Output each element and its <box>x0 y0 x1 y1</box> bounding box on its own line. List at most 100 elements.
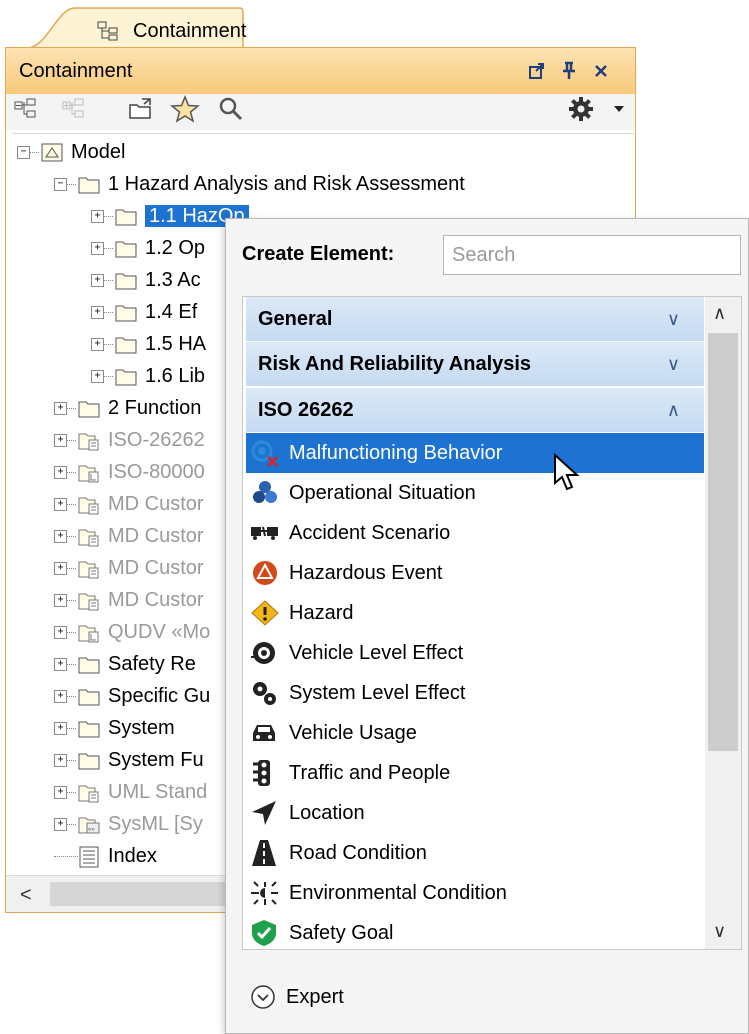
folder-icon <box>41 143 63 162</box>
chevron-double-down-icon[interactable]: ∨ <box>667 342 680 386</box>
tree-node-label: UML Stand <box>108 781 208 803</box>
folder-icon <box>78 465 99 483</box>
svg-text:«»: «» <box>88 827 95 833</box>
tree-connector <box>66 504 76 505</box>
item-accident-scenario[interactable]: Accident Scenario <box>246 513 704 553</box>
scroll-left-icon[interactable]: < <box>20 884 32 907</box>
sun-weather-icon <box>251 881 278 905</box>
category-general[interactable]: General ∨ <box>246 297 704 341</box>
item-malfunctioning-behavior[interactable]: Malfunctioning Behavior <box>246 433 704 473</box>
item-vehicle-usage[interactable]: Vehicle Usage <box>246 713 704 753</box>
folder-icon <box>78 561 99 579</box>
chevron-double-down-icon[interactable]: ∨ <box>667 297 680 341</box>
open-folder-icon[interactable] <box>128 97 154 121</box>
favorite-star-icon[interactable] <box>170 95 200 123</box>
item-label: Operational Situation <box>289 482 476 504</box>
scroll-thumb[interactable] <box>708 333 738 751</box>
folder-icon <box>78 529 99 547</box>
tree-node-label: 1 Hazard Analysis and Risk Assessment <box>108 173 465 195</box>
item-label: Location <box>289 802 365 824</box>
item-road-condition[interactable]: Road Condition <box>246 833 704 873</box>
tree-connector <box>66 472 76 473</box>
folder-icon <box>78 689 100 706</box>
tree-node-label: MD Custor <box>108 525 204 547</box>
item-safety-goal[interactable]: Safety Goal <box>246 913 704 953</box>
expand-all-icon[interactable] <box>62 98 86 120</box>
item-traffic-and-people[interactable]: Traffic and People <box>246 753 704 793</box>
tree-node-label: ISO-26262 <box>108 429 205 451</box>
category-label: ISO 26262 <box>258 399 354 421</box>
search-input[interactable] <box>443 235 741 275</box>
vertical-scrollbar[interactable]: ∧ ∨ <box>705 297 741 949</box>
hazardous-event-icon <box>253 561 277 585</box>
item-location[interactable]: Location <box>246 793 704 833</box>
tree-node-label: 1.4 Ef <box>145 301 198 323</box>
tree-connector <box>103 248 113 249</box>
tree-node-label: MD Custor <box>108 557 204 579</box>
shield-check-icon <box>252 920 276 946</box>
location-arrow-icon <box>252 801 276 825</box>
tree-connector <box>66 632 76 633</box>
vehicle-level-effect-icon <box>251 642 275 664</box>
tree-node-label: System <box>108 717 175 739</box>
tree-node-label: System Fu <box>108 749 204 771</box>
close-icon[interactable] <box>592 61 610 81</box>
item-system-level-effect[interactable]: System Level Effect <box>246 673 704 713</box>
mouse-pointer-icon <box>554 453 580 491</box>
item-label: Vehicle Usage <box>289 722 417 744</box>
item-operational-situation[interactable]: Operational Situation <box>246 473 704 513</box>
containment-tree-icon <box>97 21 118 41</box>
folder-icon <box>115 337 137 354</box>
chevron-double-up-icon[interactable]: ∧ <box>667 388 680 432</box>
item-label: Vehicle Level Effect <box>289 642 464 664</box>
item-label: Hazard <box>289 602 354 624</box>
folder-icon <box>78 625 99 643</box>
containment-tab[interactable]: Containment <box>27 6 246 48</box>
item-vehicle-level-effect[interactable]: Vehicle Level Effect <box>246 633 704 673</box>
tree-connector <box>103 216 113 217</box>
item-hazardous-event[interactable]: Hazardous Event <box>246 553 704 593</box>
tree-connector <box>66 824 76 825</box>
collapse-all-icon[interactable] <box>14 98 38 120</box>
scroll-up-icon[interactable]: ∧ <box>713 303 726 324</box>
item-label: Environmental Condition <box>289 882 507 904</box>
scroll-down-icon[interactable]: ∨ <box>713 921 726 942</box>
create-element-label: Create Element: <box>242 243 395 265</box>
panel-title: Containment <box>19 60 133 82</box>
tree-connector <box>103 280 113 281</box>
folder-icon <box>78 753 100 770</box>
tree-connector <box>103 312 113 313</box>
search-icon[interactable] <box>218 96 244 122</box>
tree-node-label: 1.2 Op <box>145 237 206 259</box>
float-icon[interactable] <box>528 61 546 81</box>
expand-circle-icon <box>251 985 275 1009</box>
chevron-down-icon[interactable] <box>613 104 625 114</box>
tree-connector <box>54 856 78 857</box>
folder-icon <box>78 785 99 803</box>
category-label: Risk And Reliability Analysis <box>258 353 532 375</box>
tree-node-label: ISO-80000 <box>108 461 205 483</box>
tree-connector <box>103 344 113 345</box>
pin-icon[interactable] <box>560 61 578 81</box>
tree-connector <box>66 760 76 761</box>
system-level-effect-icon <box>253 682 276 705</box>
item-label: Traffic and People <box>289 762 451 784</box>
gear-icon[interactable] <box>567 95 597 125</box>
folder-icon <box>78 401 100 418</box>
item-environmental-condition[interactable]: Environmental Condition <box>246 873 704 913</box>
item-label: Hazardous Event <box>289 562 443 584</box>
category-risk-and-reliability[interactable]: Risk And Reliability Analysis ∨ <box>246 342 704 386</box>
item-label: Accident Scenario <box>289 522 451 544</box>
tree-node-label: SysML [Sy <box>108 813 203 835</box>
folder-icon <box>115 305 137 322</box>
malfunction-gear-icon <box>251 440 278 467</box>
tree-node-label: Specific Gu <box>108 685 211 707</box>
accident-scenario-icon <box>251 526 278 540</box>
tree-node-label: 1.5 HA <box>145 333 207 355</box>
car-icon <box>253 725 275 741</box>
tree-connector <box>103 376 113 377</box>
category-iso-26262[interactable]: ISO 26262 ∧ <box>246 388 704 432</box>
road-icon <box>252 840 276 866</box>
item-hazard[interactable]: Hazard <box>246 593 704 633</box>
folder-icon <box>115 241 137 258</box>
